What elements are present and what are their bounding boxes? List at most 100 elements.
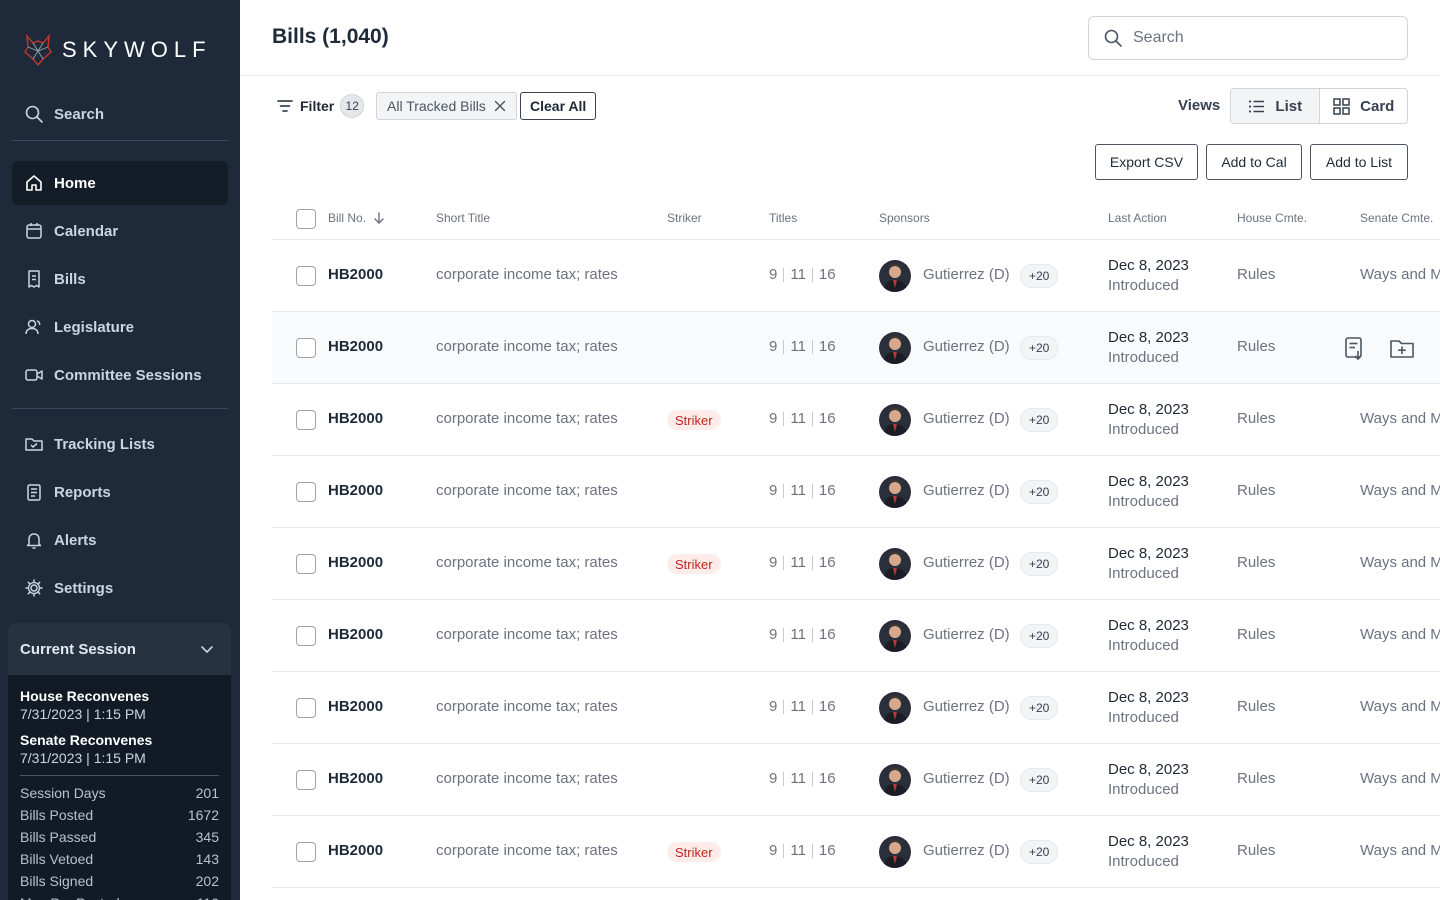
bill-number[interactable]: HB2000 (328, 482, 383, 499)
row-checkbox[interactable] (296, 770, 316, 790)
row-checkbox[interactable] (296, 842, 316, 862)
sponsor-name[interactable]: Gutierrez (D) (923, 338, 1010, 355)
sidebar-item-calendar[interactable]: Calendar (12, 209, 228, 253)
filter-button[interactable]: Filter 12 (276, 93, 365, 119)
sidebar-item-label: Settings (54, 579, 114, 597)
more-sponsors-badge[interactable]: +20 (1020, 552, 1059, 576)
current-session-header[interactable]: Current Session (8, 623, 231, 675)
stat-value: 202 (195, 873, 219, 889)
senate-committee: Ways and Means (1360, 482, 1440, 499)
bill-number[interactable]: HB2000 (328, 770, 383, 787)
bill-number[interactable]: HB2000 (328, 410, 383, 427)
sponsor-name[interactable]: Gutierrez (D) (923, 410, 1010, 427)
sidebar-item-tracking-lists[interactable]: Tracking Lists (12, 422, 228, 466)
view-card-button[interactable]: Card (1320, 89, 1408, 123)
more-sponsors-badge[interactable]: +20 (1020, 336, 1059, 360)
sponsor-name[interactable]: Gutierrez (D) (923, 266, 1010, 283)
bill-number[interactable]: HB2000 (328, 266, 383, 283)
more-sponsors-badge[interactable]: +20 (1020, 696, 1059, 720)
row-checkbox[interactable] (296, 266, 316, 286)
column-header-striker[interactable]: Striker (667, 211, 702, 225)
row-checkbox[interactable] (296, 410, 316, 430)
add-to-calendar-row-icon[interactable] (1340, 334, 1368, 362)
separator (783, 627, 785, 642)
view-list-button[interactable]: List (1231, 89, 1320, 123)
column-header-last-action[interactable]: Last Action (1108, 211, 1167, 225)
table-row[interactable]: HB2000 corporate income tax; rates 9 11 16… (272, 312, 1440, 384)
column-header-senate-cmte[interactable]: Senate Cmte. (1360, 211, 1433, 225)
close-icon[interactable] (494, 100, 506, 112)
sidebar-item-legislature[interactable]: Legislature (12, 305, 228, 349)
brand[interactable]: SKYWOLF (24, 34, 212, 66)
bill-number[interactable]: HB2000 (328, 338, 383, 355)
sidebar-item-alerts[interactable]: Alerts (12, 518, 228, 562)
sponsor-name[interactable]: Gutierrez (D) (923, 554, 1010, 571)
add-to-list-button[interactable]: Add to List (1310, 144, 1408, 180)
add-to-cal-button[interactable]: Add to Cal (1206, 144, 1302, 180)
last-action-date: Dec 8, 2023 (1108, 689, 1189, 706)
bill-number[interactable]: HB2000 (328, 698, 383, 715)
session-event-name: Senate Reconvenes (20, 732, 153, 748)
table-row[interactable]: HB2000 corporate income tax; rates Strik… (272, 816, 1440, 888)
column-header-short-title[interactable]: Short Title (436, 211, 490, 225)
row-checkbox[interactable] (296, 482, 316, 502)
stat-label: Bills Signed (20, 873, 94, 889)
sponsor-name[interactable]: Gutierrez (D) (923, 842, 1010, 859)
table-row[interactable]: HB2000 corporate income tax; rates 9 11 16… (272, 600, 1440, 672)
title-count: 11 (790, 554, 806, 571)
sponsor-name[interactable]: Gutierrez (D) (923, 482, 1010, 499)
separator (811, 843, 813, 858)
table-row[interactable]: HB2000 corporate income tax; rates 9 11 16… (272, 672, 1440, 744)
striker-badge: Striker (667, 554, 721, 574)
sidebar-item-reports[interactable]: Reports (12, 470, 228, 514)
column-header-titles[interactable]: Titles (769, 211, 797, 225)
search-box[interactable] (1088, 16, 1408, 60)
last-action-date: Dec 8, 2023 (1108, 473, 1189, 490)
table-header: Bill No. Short Title Striker Titles Spon… (272, 200, 1440, 240)
export-csv-button[interactable]: Export CSV (1095, 144, 1198, 180)
table-row[interactable]: HB2000 corporate income tax; rates 9 11 16… (272, 744, 1440, 816)
last-action-status: Introduced (1108, 493, 1179, 510)
more-sponsors-badge[interactable]: +20 (1020, 840, 1059, 864)
sidebar-search[interactable]: Search (12, 92, 228, 136)
table-row[interactable]: HB2000 corporate income tax; rates 9 11 16… (272, 456, 1440, 528)
separator (811, 555, 813, 570)
select-all-checkbox[interactable] (296, 209, 316, 229)
search-input[interactable] (1133, 29, 1383, 47)
sidebar-item-home[interactable]: Home (12, 161, 228, 205)
bill-number[interactable]: HB2000 (328, 554, 383, 571)
last-action: Dec 8, 2023 Introduced (1108, 400, 1189, 440)
table-row[interactable]: HB2000 corporate income tax; rates Strik… (272, 384, 1440, 456)
bill-number[interactable]: HB2000 (328, 842, 383, 859)
session-event: Senate Reconvenes 7/31/2023 | 1:15 PM (8, 731, 231, 767)
row-checkbox[interactable] (296, 338, 316, 358)
column-header-house-cmte[interactable]: House Cmte. (1237, 211, 1307, 225)
short-title: corporate income tax; rates (436, 626, 618, 643)
more-sponsors-badge[interactable]: +20 (1020, 408, 1059, 432)
sidebar-divider (12, 140, 228, 141)
bill-number[interactable]: HB2000 (328, 626, 383, 643)
sponsor-name[interactable]: Gutierrez (D) (923, 770, 1010, 787)
more-sponsors-badge[interactable]: +20 (1020, 624, 1059, 648)
add-to-folder-row-icon[interactable] (1388, 334, 1416, 362)
sidebar-item-committee-sessions[interactable]: Committee Sessions (12, 353, 228, 397)
sidebar-item-bills[interactable]: Bills (12, 257, 228, 301)
table-row[interactable]: HB2000 corporate income tax; rates 9 11 16… (272, 240, 1440, 312)
last-action: Dec 8, 2023 Introduced (1108, 832, 1189, 872)
short-title: corporate income tax; rates (436, 698, 618, 715)
column-header-bill-no[interactable]: Bill No. (328, 211, 386, 225)
column-header-sponsors[interactable]: Sponsors (879, 211, 930, 225)
table-row[interactable]: HB2000 corporate income tax; rates Strik… (272, 528, 1440, 600)
more-sponsors-badge[interactable]: +20 (1020, 768, 1059, 792)
more-sponsors-badge[interactable]: +20 (1020, 264, 1059, 288)
row-checkbox[interactable] (296, 626, 316, 646)
separator (783, 843, 785, 858)
more-sponsors-badge[interactable]: +20 (1020, 480, 1059, 504)
search-icon (25, 105, 43, 123)
clear-all-button[interactable]: Clear All (520, 92, 597, 120)
sidebar-item-settings[interactable]: Settings (12, 566, 228, 610)
row-checkbox[interactable] (296, 554, 316, 574)
sponsor-name[interactable]: Gutierrez (D) (923, 698, 1010, 715)
row-checkbox[interactable] (296, 698, 316, 718)
sponsor-name[interactable]: Gutierrez (D) (923, 626, 1010, 643)
